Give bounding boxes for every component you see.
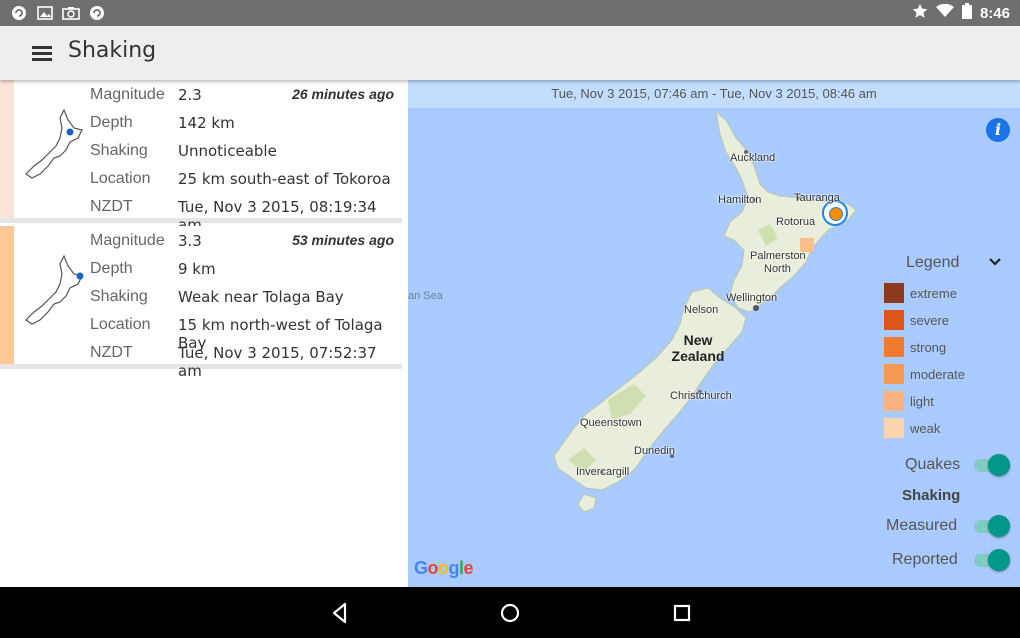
- page-title: Shaking: [68, 38, 157, 63]
- measured-toggle-label: Measured: [886, 517, 958, 534]
- magnitude-label: Magnitude: [90, 232, 165, 249]
- navigation-bar: [0, 587, 1020, 638]
- magnitude-value: 2.3: [178, 86, 202, 104]
- reported-toggle-label: Reported: [892, 551, 958, 568]
- legend-label: severe: [910, 313, 950, 328]
- legend-label: extreme: [910, 286, 957, 301]
- camera-icon: [62, 4, 80, 22]
- location-label: Location: [90, 170, 151, 187]
- city-label: Queenstown: [580, 417, 642, 429]
- legend-swatch: [884, 310, 904, 330]
- nz-location-icon: [25, 108, 83, 179]
- legend-swatch: [884, 337, 904, 357]
- back-icon[interactable]: [326, 599, 354, 627]
- hamburger-menu-icon[interactable]: [28, 40, 58, 66]
- recents-icon[interactable]: [668, 599, 696, 627]
- country-label-line: Zealand: [671, 348, 725, 364]
- magnitude-value: 3.3: [178, 232, 202, 250]
- legend-label: weak: [910, 421, 941, 436]
- time-value: Tue, Nov 3 2015, 07:52:37 am: [178, 344, 377, 380]
- time-label: NZDT: [90, 198, 133, 215]
- city-label: Invercargill: [576, 466, 630, 478]
- city-label: Palmerston: [750, 250, 806, 262]
- battery-icon: [961, 3, 972, 23]
- map-view[interactable]: Tue, Nov 3 2015, 07:46 am - Tue, Nov 3 2…: [408, 80, 1020, 587]
- image-icon: [36, 4, 54, 22]
- star-icon: [912, 3, 928, 23]
- city-label: Wellington: [726, 292, 778, 304]
- time-range-banner: Tue, Nov 3 2015, 07:46 am - Tue, Nov 3 2…: [408, 80, 1020, 108]
- time-label: NZDT: [90, 344, 133, 361]
- measured-toggle[interactable]: [974, 515, 1010, 537]
- wifi-icon: [935, 3, 954, 22]
- legend-label: moderate: [910, 367, 965, 382]
- depth-value: 9 km: [178, 260, 216, 278]
- app-bar: Shaking: [0, 26, 1020, 80]
- quake-list: Magnitude 2.3 26 minutes ago Depth 142 k…: [0, 80, 408, 587]
- shaking-value: Weak near Tolaga Bay: [178, 288, 344, 306]
- location-value: 25 km south-east of Tokoroa: [178, 170, 391, 188]
- legend-swatch: [884, 283, 904, 303]
- legend-swatch: [884, 418, 904, 438]
- city-label: Rotorua: [776, 216, 816, 228]
- legend-swatch: [884, 364, 904, 384]
- quakes-toggle[interactable]: [974, 454, 1010, 476]
- shaking-label: Shaking: [90, 142, 148, 159]
- time-ago: 53 minutes ago: [292, 232, 394, 248]
- depth-value: 142 km: [178, 114, 235, 132]
- country-label-line: New: [683, 332, 713, 348]
- city-label: North: [764, 263, 791, 275]
- legend-label: strong: [910, 340, 947, 355]
- shaking-label: Shaking: [90, 288, 148, 305]
- shaking-heading: Shaking: [902, 487, 961, 504]
- status-bar: 8:46: [0, 0, 1020, 26]
- city-label: Nelson: [684, 304, 719, 316]
- shaking-intensity-bar: [0, 80, 14, 218]
- info-icon[interactable]: i: [986, 118, 1010, 142]
- chevron-down-icon[interactable]: [988, 254, 1002, 270]
- nz-location-icon: [25, 254, 84, 325]
- quakes-toggle-label: Quakes: [905, 456, 961, 473]
- legend-label: light: [910, 394, 934, 409]
- location-label: Location: [90, 316, 151, 333]
- depth-label: Depth: [90, 114, 133, 131]
- home-icon[interactable]: [496, 599, 524, 627]
- city-label: Tauranga: [794, 192, 840, 204]
- city-label: Hamilton: [718, 194, 762, 206]
- clock: 8:46: [979, 4, 1010, 22]
- reported-toggle[interactable]: [974, 549, 1010, 571]
- shaking-value: Unnoticeable: [178, 142, 277, 160]
- city-label: Dunedin: [634, 445, 675, 457]
- google-logo: Google: [414, 558, 474, 578]
- city-label: Auckland: [730, 152, 776, 164]
- city-label: Christchurch: [670, 390, 732, 402]
- quake-card[interactable]: Magnitude 3.3 53 minutes ago Depth 9 km …: [0, 226, 402, 380]
- sea-label: an Sea: [408, 290, 443, 302]
- time-ago: 26 minutes ago: [292, 86, 394, 102]
- quake-card[interactable]: Magnitude 2.3 26 minutes ago Depth 142 k…: [0, 80, 402, 234]
- depth-label: Depth: [90, 260, 133, 277]
- sync-icon: [10, 4, 28, 22]
- legend-title: Legend: [906, 254, 960, 271]
- sync-icon: [88, 4, 106, 22]
- legend-swatch: [884, 391, 904, 411]
- shaking-intensity-bar: [0, 226, 14, 364]
- magnitude-label: Magnitude: [90, 86, 165, 103]
- country-label: New Zealand: [668, 332, 728, 364]
